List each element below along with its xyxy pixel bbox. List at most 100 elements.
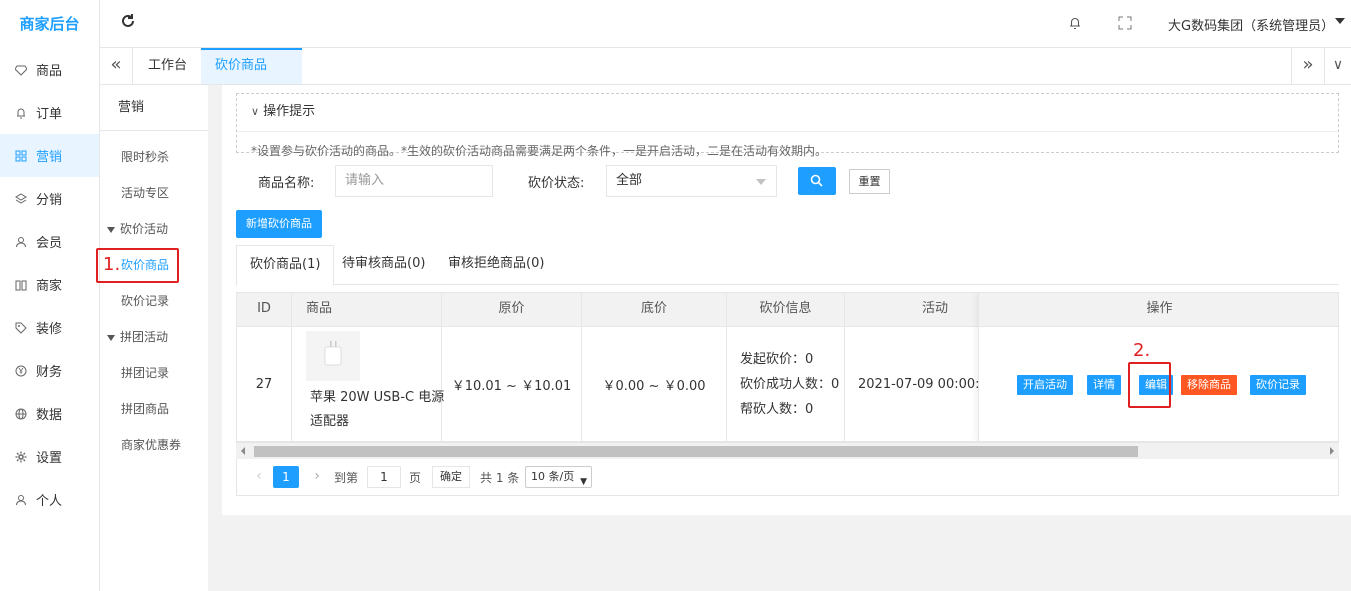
bargain-status-select[interactable]: 全部 [606, 165, 777, 197]
search-button[interactable] [798, 167, 836, 195]
brand-title[interactable]: 商家后台 [0, 0, 99, 48]
notification-bell-icon[interactable] [1068, 16, 1082, 30]
submenu-group-label: 拼团活动 [120, 330, 169, 344]
tab-bargain-goods[interactable]: 砍价商品✕ [201, 48, 302, 104]
scrollbar-thumb[interactable] [254, 446, 1138, 457]
add-bargain-goods-button[interactable]: 新增砍价商品 [236, 210, 322, 238]
page-size-value: 10 条/页 [531, 470, 575, 483]
submenu-group-group-buy[interactable]: 拼团活动 [100, 319, 208, 355]
info-helpers-count: 帮砍人数：0 [740, 402, 814, 417]
select-value: 全部 [616, 173, 643, 188]
sidebar-item-goods[interactable]: 商品 [0, 48, 99, 91]
product-name-line2[interactable]: 适配器 [310, 411, 349, 433]
expand-triangle-icon [107, 334, 115, 341]
sidebar-item-label: 数据 [36, 408, 63, 423]
sidebar-item-marketing[interactable]: 营销 [0, 134, 99, 177]
info-initiated: 发起砍价：0 [740, 352, 814, 367]
next-page-icon[interactable]: › [309, 466, 325, 486]
tab-rejected[interactable]: 审核拒绝商品(0) [435, 245, 557, 285]
col-bargain-info: 砍价信息 [727, 293, 845, 327]
scroll-right-arrow-icon[interactable] [1330, 447, 1334, 455]
user-dropdown-caret-icon[interactable] [1335, 18, 1345, 24]
submenu-group-bargain[interactable]: 砍价活动 [100, 211, 208, 247]
tab-pending-review[interactable]: 待审核商品(0) [329, 245, 438, 285]
sidebar-item-data[interactable]: 数据 [0, 392, 99, 435]
tab-label: 砍价商品 [215, 58, 268, 73]
main-sidebar: 商家后台 商品 订单 营销 分销 会员 商家 装修 财务 数据 设置 个人 [0, 0, 100, 591]
goto-confirm-button[interactable]: 确定 [432, 466, 470, 488]
col-id: ID [237, 293, 292, 327]
tips-title: 操作提示 [263, 104, 316, 119]
tabs-scroll-left-icon[interactable]: « [100, 48, 133, 84]
sidebar-item-finance[interactable]: 财务 [0, 349, 99, 392]
refresh-icon[interactable] [120, 13, 136, 34]
scroll-left-arrow-icon[interactable] [241, 447, 245, 455]
tabs-menu-chevron-down-icon[interactable]: ∨ [1324, 48, 1351, 84]
operation-tips-box: ∨ 操作提示 *设置参与砍价活动的商品。*生效的砍价活动商品需要满足两个条件，一是… [236, 93, 1339, 158]
reset-button[interactable]: 重置 [849, 169, 890, 194]
goto-page-input[interactable]: 1 [367, 466, 401, 488]
product-thumbnail [306, 331, 360, 381]
layers-icon [14, 192, 28, 206]
goods-name-input[interactable]: 请输入 [335, 165, 493, 197]
sidebar-item-merchant[interactable]: 商家 [0, 263, 99, 306]
tabs-scroll-right-icon[interactable]: » [1291, 48, 1324, 84]
search-icon [810, 174, 823, 187]
sidebar-item-settings[interactable]: 设置 [0, 435, 99, 478]
detail-button[interactable]: 详情 [1087, 375, 1121, 395]
col-original-price: 原价 [442, 293, 582, 327]
sidebar-item-label: 设置 [36, 451, 63, 466]
pagination: ‹ 1 › 到第 1 页 确定 共 1 条 10 条/页 ▼ [236, 459, 1339, 496]
sidebar-item-members[interactable]: 会员 [0, 220, 99, 263]
submenu-item-bargain-records[interactable]: 砍价记录 [100, 283, 208, 319]
sidebar-item-orders[interactable]: 订单 [0, 91, 99, 134]
tag-icon [14, 321, 28, 335]
table-horizontal-scrollbar[interactable] [236, 442, 1339, 459]
bargain-goods-table: ID 商品 原价 底价 砍价信息 活动 27 苹果 20W USB-C 电源 适… [236, 292, 1339, 442]
chevron-down-icon: ▼ [580, 477, 587, 487]
main-content-panel: ∨ 操作提示 *设置参与砍价活动的商品。*生效的砍价活动商品需要满足两个条件，一是… [222, 85, 1351, 515]
submenu-group-label: 砍价活动 [120, 222, 169, 236]
cell-original-price: ￥10.01 ~ ￥10.01 [442, 327, 582, 441]
remove-goods-button[interactable]: 移除商品 [1181, 375, 1237, 395]
tips-text: *设置参与砍价活动的商品。*生效的砍价活动商品需要满足两个条件，一是开启活动，二… [251, 144, 828, 158]
bargain-records-button[interactable]: 砍价记录 [1250, 375, 1306, 395]
expand-triangle-icon [107, 226, 115, 233]
sidebar-item-label: 商品 [36, 64, 63, 79]
product-name-line1[interactable]: 苹果 20W USB-C 电源 [310, 387, 444, 409]
tab-bargain-goods-list[interactable]: 砍价商品(1) [236, 245, 335, 286]
annotation-step-2: 2. [1133, 340, 1151, 361]
sidebar-item-label: 会员 [36, 236, 63, 251]
page-current[interactable]: 1 [273, 466, 299, 488]
fullscreen-icon[interactable] [1118, 16, 1132, 30]
sidebar-item-personal[interactable]: 个人 [0, 478, 99, 521]
sidebar-item-distribution[interactable]: 分销 [0, 177, 99, 220]
user-account-name[interactable]: 大G数码集团（系统管理员） [1168, 15, 1334, 34]
submenu-item-group-goods[interactable]: 拼团商品 [100, 391, 208, 427]
gear-icon [14, 450, 28, 464]
globe-icon [14, 407, 28, 421]
user-icon [14, 235, 28, 249]
apps-icon [14, 149, 28, 163]
total-count: 共 1 条 [480, 471, 520, 485]
submenu-item-group-records[interactable]: 拼团记录 [100, 355, 208, 391]
submenu-item-activity-zone[interactable]: 活动专区 [100, 175, 208, 211]
open-activity-button[interactable]: 开启活动 [1017, 375, 1073, 395]
tab-workbench[interactable]: 工作台 [134, 48, 201, 84]
submenu-item-flash-sale[interactable]: 限时秒杀 [100, 139, 208, 175]
chevron-down-icon: ∨ [251, 105, 260, 118]
prev-page-icon[interactable]: ‹ [251, 466, 267, 486]
person-icon [14, 493, 28, 507]
cell-floor-price: ￥0.00 ~ ￥0.00 [582, 327, 727, 441]
sidebar-item-decoration[interactable]: 装修 [0, 306, 99, 349]
tips-toggle[interactable]: ∨ 操作提示 [237, 94, 1338, 132]
marketing-submenu: 营销 限时秒杀 活动专区 砍价活动 砍价商品 砍价记录 拼团活动 拼团记录 拼团… [100, 85, 208, 591]
annotation-highlight-box [1128, 362, 1171, 408]
status-tabs: 砍价商品(1) 待审核商品(0) 审核拒绝商品(0) [236, 245, 1339, 286]
top-header: 大G数码集团（系统管理员） [100, 0, 1351, 48]
yen-icon [14, 364, 28, 378]
page-size-select[interactable]: 10 条/页 ▼ [525, 466, 592, 488]
sidebar-item-label: 营销 [36, 150, 63, 165]
submenu-item-coupons[interactable]: 商家优惠券 [100, 427, 208, 463]
cell-id: 27 [237, 327, 292, 441]
